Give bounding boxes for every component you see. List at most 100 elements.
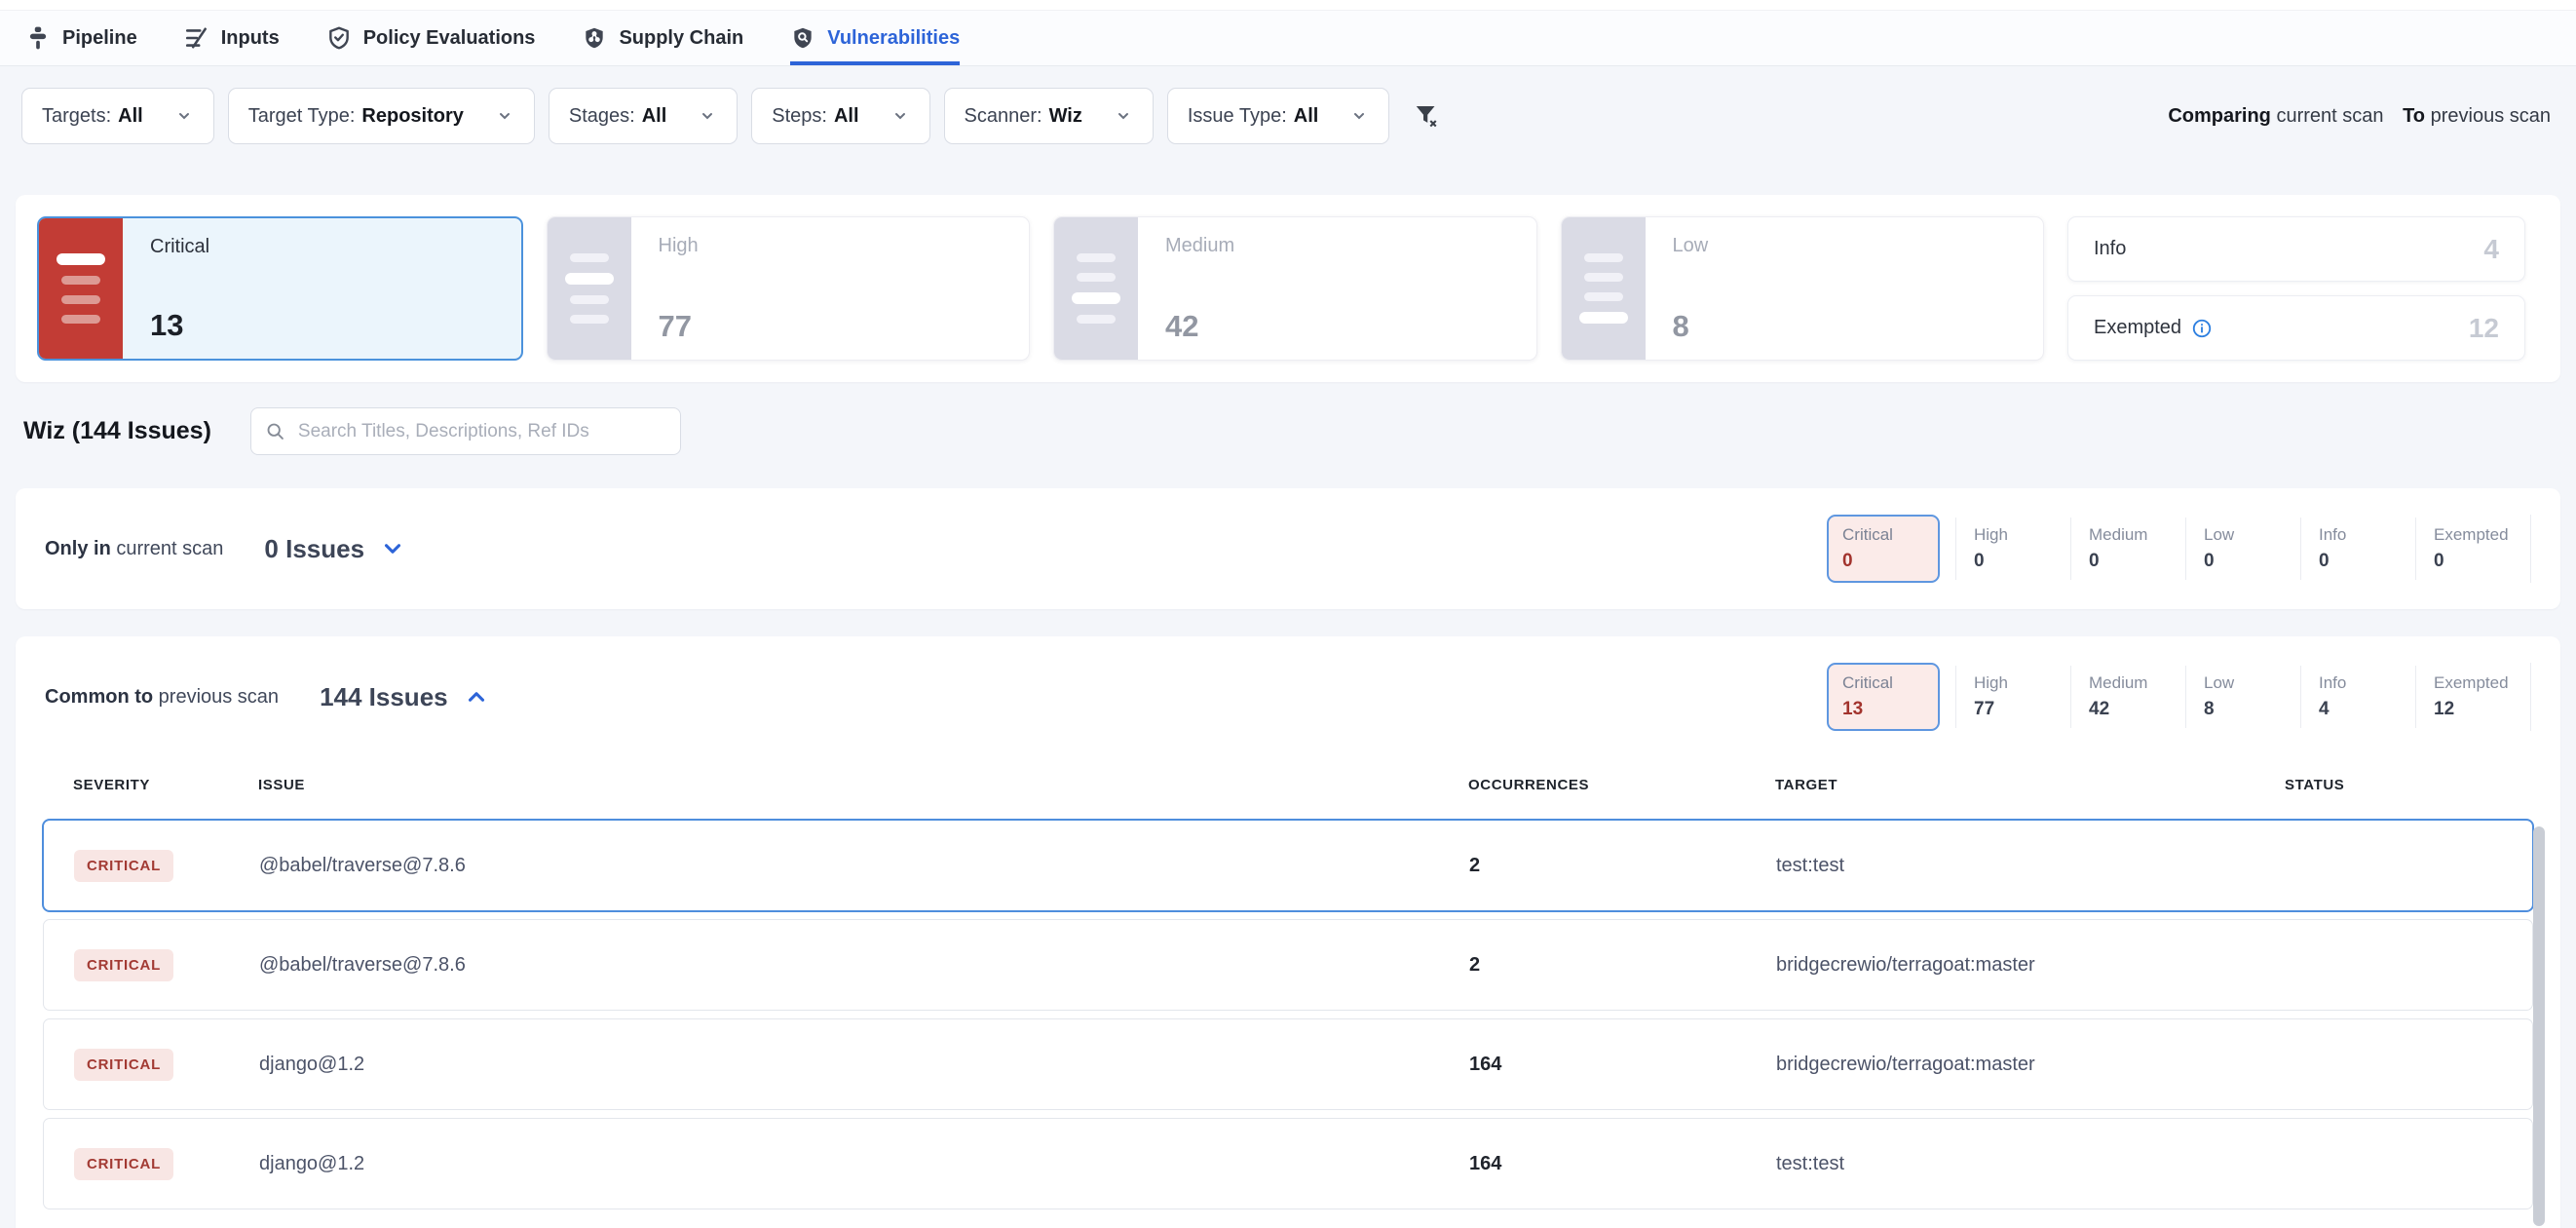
- table-row[interactable]: CRITICAL @babel/traverse@7.8.6 2 test:te…: [43, 820, 2533, 911]
- counter-medium[interactable]: Medium 42: [2070, 666, 2185, 728]
- counter-label: Low: [2204, 525, 2300, 545]
- target-cell: test:test: [1746, 1153, 2255, 1175]
- table-row[interactable]: CRITICAL @babel/traverse@7.8.6 2 bridgec…: [43, 919, 2533, 1011]
- counter-value: 42: [2089, 699, 2185, 720]
- vertical-scrollbar[interactable]: [2533, 826, 2545, 1226]
- column-header-occurrences: OCCURRENCES: [1438, 777, 1745, 793]
- search-icon: [265, 421, 285, 441]
- scanner-title: Wiz (144 Issues): [23, 417, 211, 445]
- search-input[interactable]: [250, 407, 681, 455]
- severity-card-medium[interactable]: Medium 42: [1053, 216, 1537, 361]
- severity-card-label: Exempted: [2094, 317, 2181, 339]
- target-cell: bridgecrewio/terragoat:master: [1746, 954, 2255, 977]
- chevron-down-icon: [380, 536, 405, 561]
- filter-target-type[interactable]: Target Type:Repository: [228, 88, 535, 144]
- severity-card-label-wrap: Exempted: [2094, 317, 2213, 339]
- severity-card-low[interactable]: Low 8: [1561, 216, 2045, 361]
- group-common-to-previous-scan: Common to previous scan 144 Issues Criti…: [16, 636, 2560, 1228]
- column-header-status: STATUS: [2254, 777, 2533, 793]
- counter-critical[interactable]: Critical 0: [1827, 515, 1940, 583]
- chevron-down-icon: [890, 106, 910, 126]
- comparing-label: Comparing: [2168, 105, 2271, 127]
- supply-chain-icon: [582, 25, 607, 51]
- filter-scanner[interactable]: Scanner:Wiz: [944, 88, 1154, 144]
- severity-card-label: Low: [1673, 235, 2044, 257]
- severity-summary-panel: Critical 13 High 77 Medium 42 Low 8 I: [16, 195, 2560, 382]
- severity-card-high[interactable]: High 77: [547, 216, 1031, 361]
- counter-exempted[interactable]: Exempted 0: [2415, 518, 2530, 580]
- counter-label: Exempted: [2434, 525, 2530, 545]
- counter-label: Critical: [1842, 673, 1924, 693]
- tab-policy-evaluations[interactable]: Policy Evaluations: [326, 11, 536, 65]
- group-collapse-toggle[interactable]: [464, 684, 489, 710]
- tab-vulnerabilities[interactable]: Vulnerabilities: [790, 11, 960, 65]
- severity-card-value: 77: [659, 309, 1030, 344]
- vulnerabilities-icon: [790, 25, 815, 51]
- severity-card-body: High 77: [631, 217, 1030, 360]
- top-strip: [0, 0, 2576, 10]
- group-only-in-current-scan: Only in current scan 0 Issues Critical 0…: [16, 488, 2560, 609]
- counter-value: 13: [1842, 699, 1924, 720]
- group-expand-toggle[interactable]: [380, 536, 405, 561]
- filter-steps[interactable]: Steps:All: [751, 88, 929, 144]
- severity-card-label: Info: [2094, 238, 2126, 260]
- severity-card-info[interactable]: Info 4: [2067, 216, 2525, 282]
- table-row[interactable]: CRITICAL django@1.2 164 test:test: [43, 1118, 2533, 1209]
- filter-targets[interactable]: Targets:All: [21, 88, 214, 144]
- counter-high[interactable]: High 77: [1955, 666, 2070, 728]
- filter-label: Targets:: [42, 105, 111, 128]
- counter-high[interactable]: High 0: [1955, 518, 2070, 580]
- occurrences-cell: 164: [1439, 1153, 1746, 1175]
- scanner-section-header: Wiz (144 Issues): [23, 407, 2553, 455]
- tab-supply-chain[interactable]: Supply Chain: [582, 11, 743, 65]
- occurrences-cell: 164: [1439, 1054, 1746, 1076]
- severity-badge: CRITICAL: [74, 949, 173, 981]
- column-header-target: TARGET: [1745, 777, 2254, 793]
- severity-card-critical[interactable]: Critical 13: [37, 216, 523, 361]
- comparison-status: Comparing current scan To previous scan: [2168, 105, 2551, 128]
- severity-card-value: 13: [150, 308, 521, 343]
- filter-value: Repository: [361, 105, 463, 128]
- severity-badge: CRITICAL: [74, 850, 173, 882]
- filter-label: Stages:: [569, 105, 635, 128]
- severity-card-exempted[interactable]: Exempted 12: [2067, 295, 2525, 361]
- chevron-down-icon: [698, 106, 717, 126]
- counter-exempted[interactable]: Exempted 12: [2415, 666, 2530, 728]
- tab-label: Pipeline: [62, 27, 137, 50]
- target-cell: bridgecrewio/terragoat:master: [1746, 1054, 2255, 1076]
- counter-value: 0: [2319, 551, 2415, 572]
- filter-label: Target Type:: [248, 105, 356, 128]
- tab-pipeline[interactable]: Pipeline: [25, 11, 137, 65]
- filter-clear-icon: [1413, 101, 1442, 131]
- group-title-prefix: Common to: [45, 686, 153, 708]
- filter-value: All: [1294, 105, 1319, 128]
- counter-value: 77: [1974, 699, 2070, 720]
- counter-critical[interactable]: Critical 13: [1827, 663, 1940, 731]
- clear-filters-button[interactable]: [1413, 101, 1442, 131]
- severity-card-body: Critical 13: [123, 218, 521, 359]
- table-row[interactable]: CRITICAL django@1.2 164 bridgecrewio/ter…: [43, 1018, 2533, 1110]
- severity-card-label: Medium: [1165, 235, 1536, 257]
- counter-label: Critical: [1842, 525, 1924, 545]
- counter-low[interactable]: Low 0: [2185, 518, 2300, 580]
- severity-level-icon: [1054, 217, 1138, 360]
- info-icon[interactable]: [2191, 318, 2213, 339]
- chevron-down-icon: [495, 106, 514, 126]
- tab-inputs[interactable]: Inputs: [184, 11, 280, 65]
- filter-stages[interactable]: Stages:All: [549, 88, 738, 144]
- counter-label: Medium: [2089, 525, 2185, 545]
- search-box: [250, 407, 681, 455]
- counter-value: 4: [2319, 699, 2415, 720]
- filter-label: Issue Type:: [1188, 105, 1287, 128]
- inputs-icon: [184, 25, 209, 51]
- filter-issue-type[interactable]: Issue Type: All: [1167, 88, 1389, 144]
- counter-medium[interactable]: Medium 0: [2070, 518, 2185, 580]
- chevron-up-icon: [464, 684, 489, 710]
- severity-card-label: High: [659, 235, 1030, 257]
- counter-label: Exempted: [2434, 673, 2530, 693]
- counter-low[interactable]: Low 8: [2185, 666, 2300, 728]
- counter-divider: [2530, 663, 2531, 731]
- counter-info[interactable]: Info 4: [2300, 666, 2415, 728]
- counter-info[interactable]: Info 0: [2300, 518, 2415, 580]
- counter-value: 8: [2204, 699, 2300, 720]
